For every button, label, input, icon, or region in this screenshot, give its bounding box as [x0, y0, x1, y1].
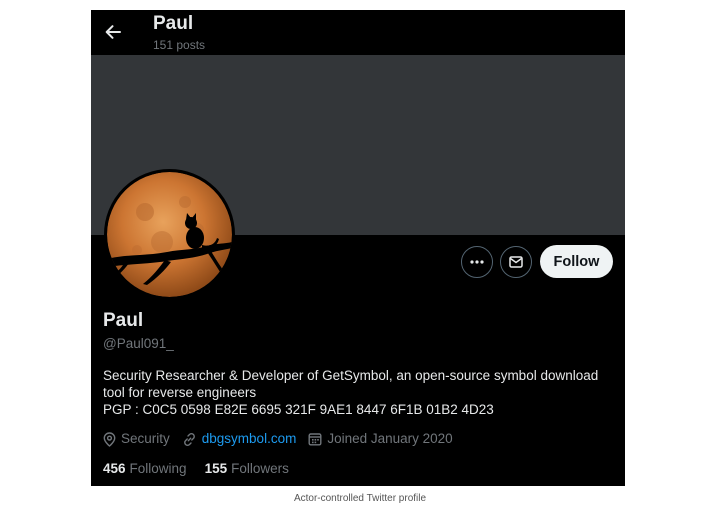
following-count: 456: [103, 461, 126, 476]
website-link[interactable]: dbgsymbol.com: [202, 430, 297, 448]
message-button[interactable]: [500, 246, 532, 278]
post-count: 151 posts: [153, 38, 206, 52]
back-button[interactable]: [99, 18, 127, 46]
follow-button[interactable]: Follow: [540, 245, 613, 278]
arrow-left-icon: [105, 25, 121, 39]
figure-caption: Actor-controlled Twitter profile: [293, 493, 427, 504]
bio-line: Security Researcher & Developer of GetSy…: [103, 368, 599, 383]
followers-label: Followers: [231, 461, 289, 476]
website: dbgsymbol.com: [182, 430, 297, 448]
following-link[interactable]: 456 Following: [103, 460, 187, 477]
avatar-image: [107, 172, 232, 297]
more-horizontal-icon: [470, 260, 484, 264]
location-pin-icon: [103, 431, 116, 447]
bio-line: tool for reverse engineers: [103, 385, 257, 400]
avatar[interactable]: [104, 169, 235, 300]
user-handle: @Paul091_: [103, 336, 174, 351]
join-date: Joined January 2020: [308, 430, 453, 448]
following-label: Following: [129, 461, 187, 476]
follow-stats: 456 Following 155 Followers: [103, 460, 307, 477]
header-name: Paul: [153, 13, 194, 34]
bio: Security Researcher & Developer of GetSy…: [103, 367, 618, 418]
followers-count: 155: [204, 461, 228, 476]
profile-screenshot: Paul 151 posts Follow Paul @Paul091_ Sec…: [91, 10, 625, 486]
more-button[interactable]: [461, 246, 493, 278]
top-header: Paul 151 posts: [91, 10, 625, 55]
location: Security: [103, 430, 170, 448]
bio-line: PGP : C0C5 0598 E82E 6695 321F 9AE1 8447…: [103, 402, 494, 417]
calendar-icon: [308, 433, 322, 446]
link-icon: [183, 432, 195, 446]
join-date-label: Joined January 2020: [327, 431, 453, 446]
followers-link[interactable]: 155 Followers: [205, 460, 289, 477]
profile-meta: Security dbgsymbol.com Joined January 20…: [103, 430, 453, 448]
location-label: Security: [121, 431, 170, 446]
envelope-icon: [509, 256, 523, 268]
display-name: Paul: [103, 310, 144, 331]
